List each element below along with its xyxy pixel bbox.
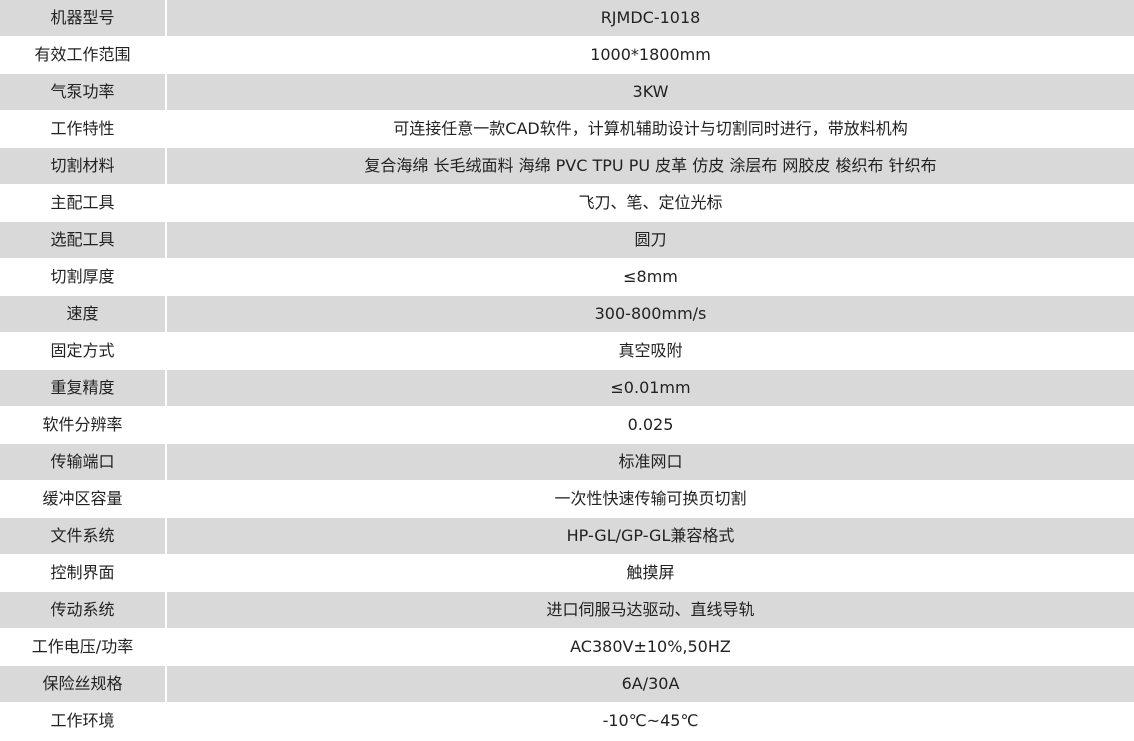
row-value: 300-800mm/s bbox=[166, 295, 1134, 333]
row-label: 气泵功率 bbox=[0, 73, 167, 111]
row-value: ≤8mm bbox=[166, 258, 1134, 296]
table-row: 保险丝规格 6A/30A bbox=[0, 665, 1134, 703]
table-row: 文件系统 HP-GL/GP-GL兼容格式 bbox=[0, 517, 1134, 555]
row-value: ≤0.01mm bbox=[166, 369, 1134, 407]
spec-table: 机器型号 RJMDC-1018 有效工作范围 1000*1800mm 气泵功率 … bbox=[0, 0, 1134, 740]
table-row: 工作环境 -10℃~45℃ bbox=[0, 702, 1134, 740]
row-value: 0.025 bbox=[166, 406, 1134, 444]
row-label: 传动系统 bbox=[0, 591, 167, 629]
row-value: 进口伺服马达驱动、直线导轨 bbox=[166, 591, 1134, 629]
table-row: 切割厚度 ≤8mm bbox=[0, 258, 1134, 296]
table-row: 机器型号 RJMDC-1018 bbox=[0, 0, 1134, 37]
table-row: 选配工具 圆刀 bbox=[0, 221, 1134, 259]
row-label: 切割材料 bbox=[0, 147, 167, 185]
table-row: 传输端口 标准网口 bbox=[0, 443, 1134, 481]
table-row: 传动系统 进口伺服马达驱动、直线导轨 bbox=[0, 591, 1134, 629]
row-value: 标准网口 bbox=[166, 443, 1134, 481]
row-label: 机器型号 bbox=[0, 0, 167, 37]
row-value: AC380V±10%,50HZ bbox=[166, 628, 1134, 666]
row-value: 6A/30A bbox=[166, 665, 1134, 703]
table-row: 工作电压/功率 AC380V±10%,50HZ bbox=[0, 628, 1134, 666]
spec-table-body: 机器型号 RJMDC-1018 有效工作范围 1000*1800mm 气泵功率 … bbox=[0, 0, 1134, 740]
row-value: 3KW bbox=[166, 73, 1134, 111]
row-label: 固定方式 bbox=[0, 332, 167, 370]
row-label: 传输端口 bbox=[0, 443, 167, 481]
row-label: 速度 bbox=[0, 295, 167, 333]
row-label: 重复精度 bbox=[0, 369, 167, 407]
row-label: 缓冲区容量 bbox=[0, 480, 167, 518]
row-label: 主配工具 bbox=[0, 184, 167, 222]
row-label: 选配工具 bbox=[0, 221, 167, 259]
row-value: RJMDC-1018 bbox=[166, 0, 1134, 37]
row-label: 控制界面 bbox=[0, 554, 167, 592]
table-row: 主配工具 飞刀、笔、定位光标 bbox=[0, 184, 1134, 222]
row-label: 切割厚度 bbox=[0, 258, 167, 296]
row-label: 工作特性 bbox=[0, 110, 167, 148]
row-label: 软件分辨率 bbox=[0, 406, 167, 444]
table-row: 切割材料 复合海绵 长毛绒面料 海绵 PVC TPU PU 皮革 仿皮 涂层布 … bbox=[0, 147, 1134, 185]
row-value: 1000*1800mm bbox=[166, 36, 1134, 74]
row-label: 有效工作范围 bbox=[0, 36, 167, 74]
table-row: 有效工作范围 1000*1800mm bbox=[0, 36, 1134, 74]
table-row: 重复精度 ≤0.01mm bbox=[0, 369, 1134, 407]
table-row: 工作特性 可连接任意一款CAD软件，计算机辅助设计与切割同时进行，带放料机构 bbox=[0, 110, 1134, 148]
row-value: 一次性快速传输可换页切割 bbox=[166, 480, 1134, 518]
row-label: 工作环境 bbox=[0, 702, 167, 740]
row-label: 文件系统 bbox=[0, 517, 167, 555]
table-row: 软件分辨率 0.025 bbox=[0, 406, 1134, 444]
row-value: 圆刀 bbox=[166, 221, 1134, 259]
table-row: 缓冲区容量 一次性快速传输可换页切割 bbox=[0, 480, 1134, 518]
table-row: 固定方式 真空吸附 bbox=[0, 332, 1134, 370]
row-value: -10℃~45℃ bbox=[166, 702, 1134, 740]
table-row: 气泵功率 3KW bbox=[0, 73, 1134, 111]
row-label: 工作电压/功率 bbox=[0, 628, 167, 666]
row-label: 保险丝规格 bbox=[0, 665, 167, 703]
row-value: 飞刀、笔、定位光标 bbox=[166, 184, 1134, 222]
table-row: 速度 300-800mm/s bbox=[0, 295, 1134, 333]
row-value: 可连接任意一款CAD软件，计算机辅助设计与切割同时进行，带放料机构 bbox=[166, 110, 1134, 148]
row-value: HP-GL/GP-GL兼容格式 bbox=[166, 517, 1134, 555]
row-value: 复合海绵 长毛绒面料 海绵 PVC TPU PU 皮革 仿皮 涂层布 网胶皮 梭… bbox=[166, 147, 1134, 185]
row-value: 真空吸附 bbox=[166, 332, 1134, 370]
row-value: 触摸屏 bbox=[166, 554, 1134, 592]
table-row: 控制界面 触摸屏 bbox=[0, 554, 1134, 592]
